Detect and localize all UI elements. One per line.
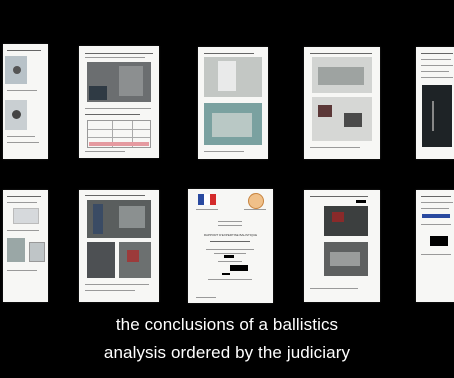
report-cover-page: RAPPORT D'EXPERTISE BALISTIQUE bbox=[188, 189, 273, 303]
document-page-bottom-2 bbox=[79, 190, 159, 302]
document-page-bottom-1 bbox=[3, 190, 48, 302]
document-page-bottom-4 bbox=[304, 190, 380, 302]
redaction-bar bbox=[230, 265, 248, 271]
document-page-top-2 bbox=[79, 46, 159, 158]
subtitle-line-2: analysis ordered by the judiciary bbox=[103, 343, 351, 362]
institution-logo bbox=[248, 193, 264, 209]
republic-logo bbox=[198, 194, 216, 205]
document-page-top-3 bbox=[198, 47, 268, 159]
subtitle-line-1: the conclusions of a ballistics bbox=[115, 315, 339, 334]
document-page-top-5 bbox=[416, 47, 454, 159]
redaction-bar bbox=[224, 255, 234, 258]
document-page-top-1 bbox=[3, 44, 48, 159]
report-title: RAPPORT D'EXPERTISE BALISTIQUE bbox=[203, 233, 258, 237]
redaction-bar bbox=[222, 273, 230, 275]
document-page-bottom-5 bbox=[416, 190, 454, 302]
document-page-top-4 bbox=[304, 47, 380, 159]
